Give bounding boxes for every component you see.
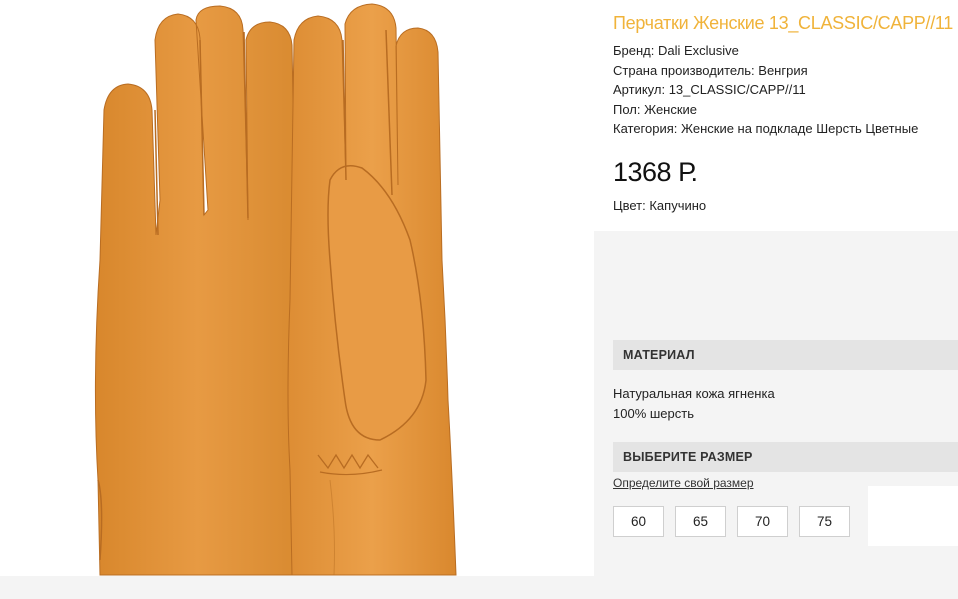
price: 1368 Р. [613, 156, 698, 187]
category-line: Категория: Женские на подкладе Шерсть Цв… [613, 121, 919, 136]
product-image[interactable] [0, 0, 594, 576]
product-page: Перчатки Женские 13_CLASSIC/CAPP//11 Бре… [0, 0, 958, 599]
color-line: Цвет: Капучино [613, 197, 707, 213]
product-title: Перчатки Женские 13_CLASSIC/CAPP//11 [613, 13, 953, 33]
brand-line: Бренд: Dali Exclusive [613, 43, 739, 58]
material-line: 100% шерсть [613, 405, 694, 421]
size-guide-link[interactable]: Определите свой размер [613, 476, 754, 490]
material-heading: МАТЕРИАЛ [613, 340, 958, 370]
glove-image [94, 3, 457, 576]
size-option-75[interactable]: 75 [799, 506, 850, 537]
size-options: 60 65 70 75 [613, 506, 850, 537]
gender-line: Пол: Женские [613, 101, 698, 117]
size-option-65[interactable]: 65 [675, 506, 726, 537]
country-line: Страна производитель: Венгрия [613, 62, 808, 78]
article-line: Артикул: 13_CLASSIC/CAPP//11 [613, 82, 806, 97]
size-panel-bg [868, 486, 958, 546]
product-info: Перчатки Женские 13_CLASSIC/CAPP//11 Бре… [594, 0, 958, 599]
material-line: Натуральная кожа ягненка [613, 386, 775, 401]
size-option-60[interactable]: 60 [613, 506, 664, 537]
material-list: Натуральная кожа ягненка 100% шерсть [613, 384, 775, 423]
product-summary: Перчатки Женские 13_CLASSIC/CAPP//11 Бре… [594, 0, 958, 231]
size-heading: ВЫБЕРИТЕ РАЗМЕР [613, 442, 958, 472]
size-option-70[interactable]: 70 [737, 506, 788, 537]
